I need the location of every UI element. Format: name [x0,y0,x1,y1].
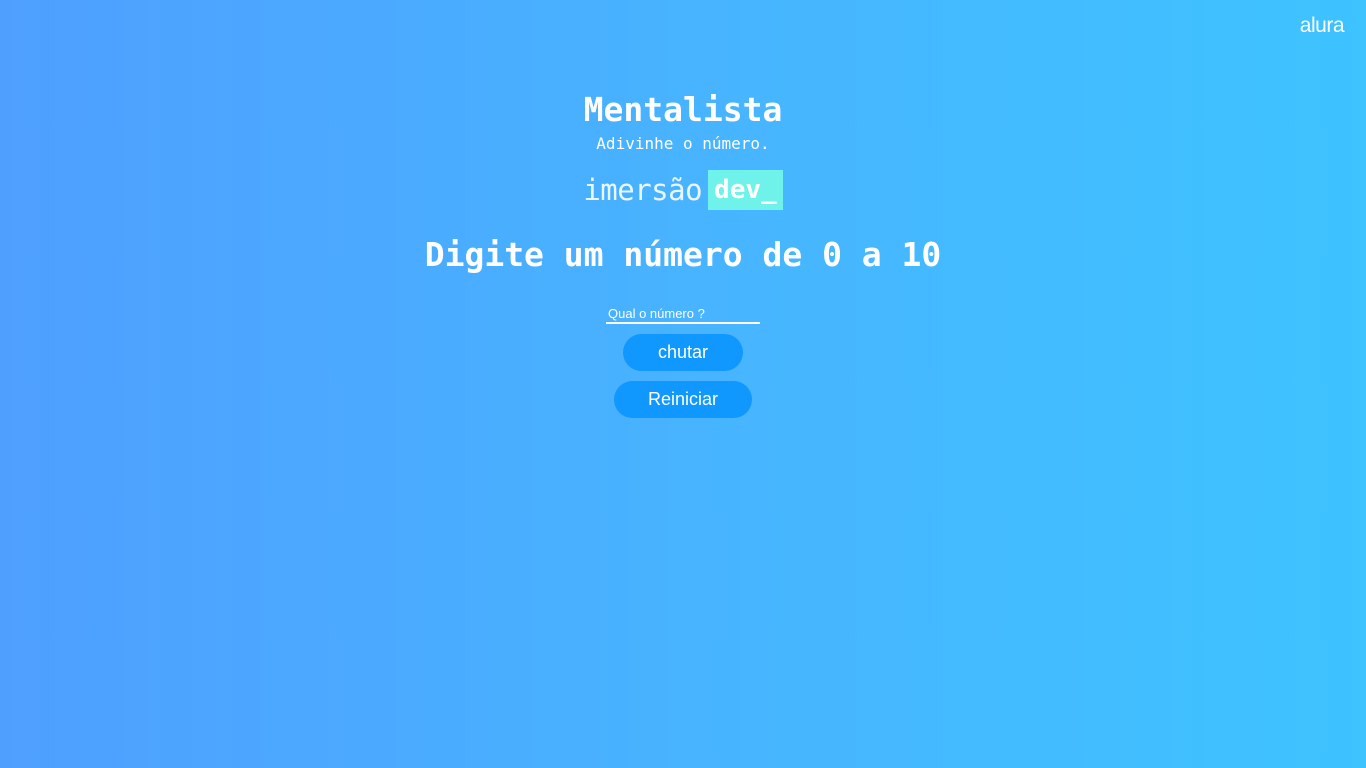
game-instruction: Digite um número de 0 a 10 [424,235,942,274]
event-logo-tag: dev_ [708,170,783,210]
imersao-dev-logo: imersão dev_ [0,170,1366,210]
guess-input[interactable] [606,304,760,324]
restart-button[interactable]: Reiniciar [614,381,752,418]
alura-logo: alura [1299,14,1345,37]
page-title: Mentalista [583,90,783,129]
guess-button[interactable]: chutar [623,334,743,371]
event-logo-word: imersão [583,173,703,207]
page-subtitle: Adivinhe o número. [596,134,770,153]
